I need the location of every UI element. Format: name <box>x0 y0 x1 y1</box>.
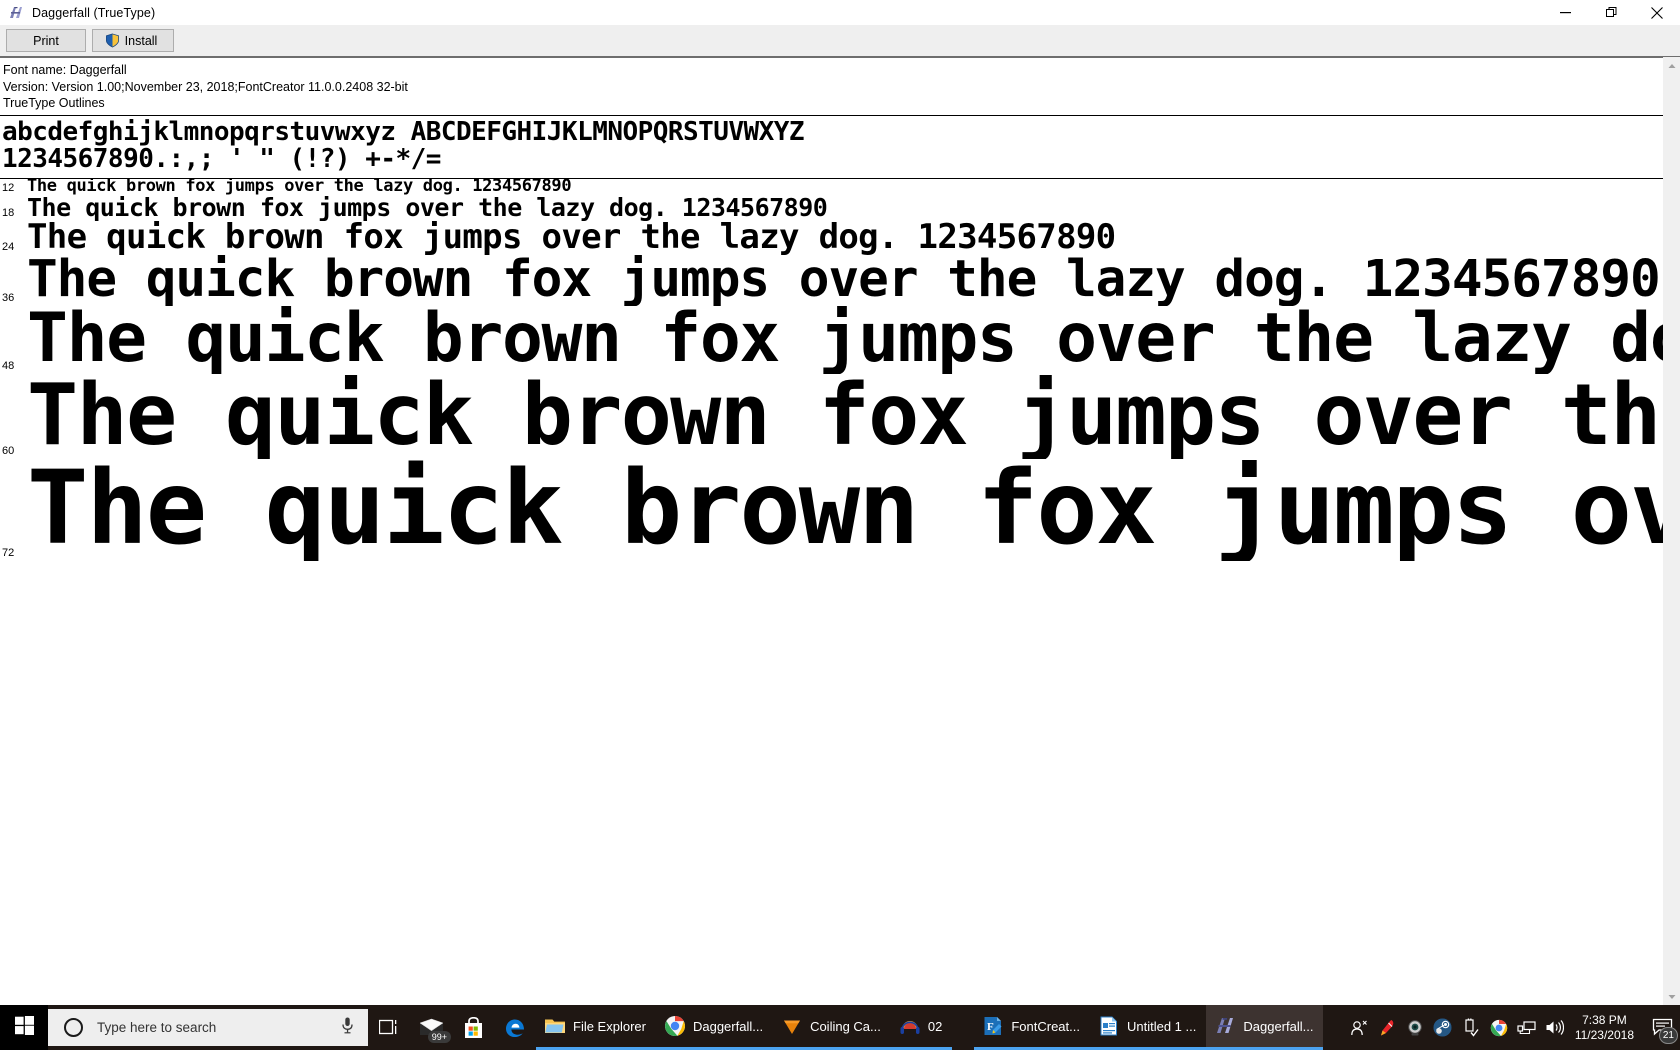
title-bar: Daggerfall (TrueType) <box>0 0 1680 25</box>
uac-shield-icon <box>105 33 120 48</box>
size-sample-text: The quick brown fox jumps over the lazy … <box>27 195 828 221</box>
font-outlines-line: TrueType Outlines <box>3 96 105 110</box>
taskbar-item-label: Coiling Ca... <box>810 1018 881 1034</box>
clock-time: 7:38 PM <box>1582 1012 1627 1027</box>
steam-icon[interactable] <box>1429 1005 1457 1050</box>
fontcreator-icon: F <box>982 1015 1004 1037</box>
minimize-button[interactable] <box>1542 0 1588 25</box>
chrome-icon[interactable] <box>1485 1005 1513 1050</box>
font-version-line: Version: Version 1.00;November 23, 2018;… <box>3 79 408 94</box>
size-sample-label: 36 <box>2 291 15 304</box>
mail-badge: 99+ <box>427 1031 451 1043</box>
taskbar-item-wordpad[interactable]: Untitled 1 ... <box>1089 1005 1207 1050</box>
print-button[interactable]: Print <box>6 29 86 52</box>
size-sample-label: 18 <box>2 206 15 219</box>
taskbar-item-file-explorer[interactable]: File Explorer <box>536 1005 656 1050</box>
taskbar-item-label: Daggerfall... <box>692 1018 764 1034</box>
action-center-badge: 21 <box>1658 1027 1678 1044</box>
scroll-down-button[interactable] <box>1663 988 1680 1005</box>
toolbar: Print Install <box>0 25 1680 58</box>
size-sample-row: 24 The quick brown fox jumps over the laz… <box>0 221 1663 255</box>
font-metadata: Font name: Daggerfall Version: Version 1… <box>0 60 1663 112</box>
charset-letters: abcdefghijklmnopqrstuvwxyz ABCDEFGHIJKLM… <box>2 116 805 147</box>
taskbar-item-label: 02 <box>927 1018 943 1034</box>
scroll-up-button[interactable] <box>1663 57 1680 74</box>
microphone-icon[interactable] <box>341 1017 354 1039</box>
close-button[interactable] <box>1634 0 1680 25</box>
action-center-button[interactable]: 21 <box>1644 1005 1680 1050</box>
wordpad-document-icon <box>1098 1015 1120 1037</box>
windows-logo-icon <box>14 1015 34 1040</box>
edge-button[interactable] <box>494 1005 536 1050</box>
size-sample-label: 60 <box>2 444 15 457</box>
taskbar-item-fontcreator[interactable]: F FontCreat... <box>974 1005 1090 1050</box>
taskbar-item-daggerfall-font[interactable]: Daggerfall... <box>1206 1005 1324 1050</box>
search-input[interactable]: Type here to search <box>48 1009 368 1046</box>
install-button[interactable]: Install <box>92 29 174 52</box>
font-preview-pane: Font name: Daggerfall Version: Version 1… <box>0 60 1663 1005</box>
ccleaner-icon[interactable] <box>1373 1005 1401 1050</box>
font-file-icon <box>8 5 24 21</box>
taskbar-item-vlc[interactable]: Coiling Ca... <box>773 1005 891 1050</box>
vlc-cone-icon <box>781 1015 803 1037</box>
size-sample-text: The quick brown fox jumps over the lazy … <box>27 458 1663 561</box>
size-sample-label: 48 <box>2 359 15 372</box>
size-sample-row: 60 The quick brown fox jumps over the laz… <box>0 374 1663 459</box>
size-sample-row: 72 The quick brown fox jumps over the laz… <box>0 459 1663 561</box>
audacity-icon <box>899 1015 921 1037</box>
vertical-scrollbar[interactable] <box>1663 57 1680 1005</box>
size-sample-text: The quick brown fox jumps over the lazy … <box>27 178 572 196</box>
taskbar-item-label: Daggerfall... <box>1243 1018 1314 1034</box>
taskbar-item-label: Untitled 1 ... <box>1126 1018 1197 1034</box>
size-sample-row: 12 The quick brown fox jumps over the laz… <box>0 179 1663 196</box>
taskbar: Type here to search 99+ File Explorer Da… <box>0 1005 1680 1050</box>
size-sample-row: 36 The quick brown fox jumps over the laz… <box>0 255 1663 306</box>
size-sample-label: 72 <box>2 546 15 559</box>
taskbar-clock[interactable]: 7:38 PM 11/23/2018 <box>1569 1013 1644 1043</box>
size-sample-text: The quick brown fox jumps over the lazy … <box>27 305 1663 374</box>
install-button-label: Install <box>124 33 158 48</box>
size-sample-row: 48 The quick brown fox jumps over the laz… <box>0 306 1663 374</box>
volume-icon[interactable] <box>1541 1005 1569 1050</box>
restore-button[interactable] <box>1588 0 1634 25</box>
taskbar-item-chrome[interactable]: Daggerfall... <box>655 1005 774 1050</box>
print-button-label: Print <box>33 33 59 48</box>
font-file-icon <box>1214 1015 1236 1037</box>
font-name-line: Font name: Daggerfall <box>3 63 127 77</box>
size-samples: 12 The quick brown fox jumps over the laz… <box>0 179 1663 561</box>
task-view-button[interactable] <box>368 1005 410 1050</box>
webcam-icon[interactable] <box>1401 1005 1429 1050</box>
size-sample-text: The quick brown fox jumps over the lazy … <box>27 373 1663 459</box>
microsoft-store-button[interactable] <box>452 1005 494 1050</box>
people-icon[interactable] <box>1345 1005 1373 1050</box>
taskbar-item-audacity[interactable]: 02 <box>890 1005 953 1050</box>
start-button[interactable] <box>0 1005 48 1050</box>
size-sample-text: The quick brown fox jumps over the lazy … <box>27 220 1116 255</box>
character-set-preview: abcdefghijklmnopqrstuvwxyz ABCDEFGHIJKLM… <box>0 116 1663 172</box>
network-icon[interactable] <box>1513 1005 1541 1050</box>
size-sample-text: The quick brown fox jumps over the lazy … <box>27 254 1661 306</box>
search-placeholder: Type here to search <box>97 1020 217 1035</box>
font-viewer-window: Daggerfall (TrueType) Print Install Font… <box>0 0 1680 1005</box>
taskbar-item-label: FontCreat... <box>1011 1018 1080 1034</box>
taskbar-item-label: File Explorer <box>573 1018 646 1034</box>
window-controls <box>1542 0 1680 25</box>
system-tray: 7:38 PM 11/23/2018 21 <box>1345 1005 1680 1050</box>
file-explorer-icon <box>544 1015 566 1037</box>
safely-remove-hardware-icon[interactable] <box>1457 1005 1485 1050</box>
cortana-circle-icon <box>64 1018 83 1037</box>
mail-taskbar-button[interactable]: 99+ <box>410 1005 452 1050</box>
size-sample-row: 18 The quick brown fox jumps over the laz… <box>0 196 1663 221</box>
window-title: Daggerfall (TrueType) <box>32 5 156 20</box>
size-sample-label: 12 <box>2 181 15 194</box>
clock-date: 11/23/2018 <box>1574 1027 1634 1042</box>
size-sample-label: 24 <box>2 240 15 253</box>
charset-punctuation: 1234567890.:,; ' " (!?) +-*/= <box>2 143 441 174</box>
chrome-icon <box>664 1015 686 1037</box>
